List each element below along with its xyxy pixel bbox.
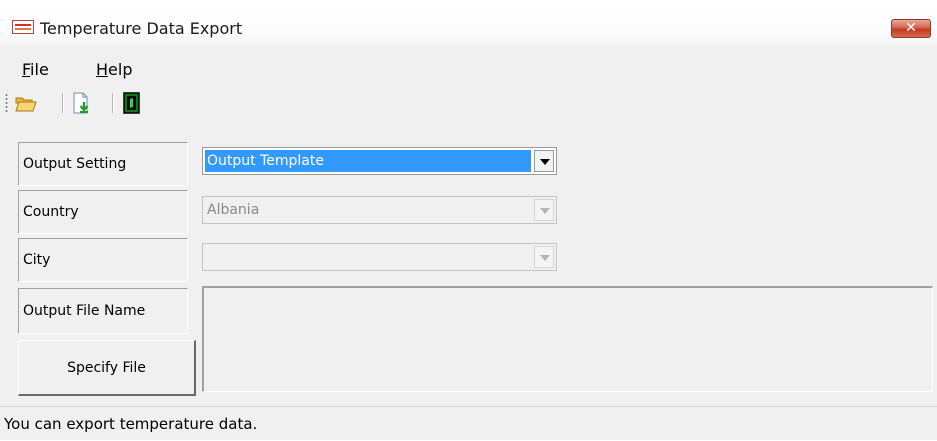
menu-help-mnemonic: H xyxy=(96,60,109,79)
close-button[interactable]: ✕ xyxy=(891,19,931,38)
status-bar: You can export temperature data. xyxy=(0,406,937,440)
output-file-name-field xyxy=(202,286,933,392)
chevron-down-icon xyxy=(540,255,550,261)
city-dropdown-button[interactable] xyxy=(534,246,554,268)
toolbar xyxy=(0,88,937,118)
menu-help[interactable]: Help xyxy=(92,60,136,79)
country-dropdown-button[interactable] xyxy=(534,199,554,221)
menu-file[interactable]: File xyxy=(18,60,53,79)
city-value xyxy=(205,246,531,268)
toolbar-separator xyxy=(62,93,64,113)
window-title: Temperature Data Export xyxy=(40,19,243,38)
country-value: Albania xyxy=(207,202,260,218)
output-setting-label: Output Setting xyxy=(18,142,188,186)
menu-help-label: elp xyxy=(108,60,133,79)
app-window: Temperature Data Export ✕ File Help Outp… xyxy=(0,0,937,440)
exit-door-icon[interactable] xyxy=(120,91,144,115)
open-folder-icon[interactable] xyxy=(14,91,38,115)
output-setting-value: Output Template xyxy=(205,150,531,172)
toolbar-grip[interactable] xyxy=(5,93,8,113)
output-setting-select[interactable]: Output Template xyxy=(202,147,557,175)
chevron-down-icon xyxy=(540,159,550,165)
toolbar-separator xyxy=(112,93,114,113)
output-setting-dropdown-button[interactable] xyxy=(534,150,554,172)
status-text: You can export temperature data. xyxy=(4,415,258,433)
country-select[interactable]: Albania xyxy=(202,196,557,224)
menu-file-mnemonic: F xyxy=(22,60,31,79)
output-file-name-label: Output File Name xyxy=(18,288,188,334)
title-bar[interactable]: Temperature Data Export ✕ xyxy=(0,0,937,46)
city-label: City xyxy=(18,238,188,282)
country-label: Country xyxy=(18,190,188,234)
city-select[interactable] xyxy=(202,243,557,271)
specify-file-button[interactable]: Specify File xyxy=(18,340,196,396)
export-file-icon[interactable] xyxy=(70,91,94,115)
chevron-down-icon xyxy=(540,208,550,214)
app-logo-icon xyxy=(12,20,34,34)
menu-bar: File Help xyxy=(0,56,937,84)
menu-file-label: ile xyxy=(30,60,49,79)
